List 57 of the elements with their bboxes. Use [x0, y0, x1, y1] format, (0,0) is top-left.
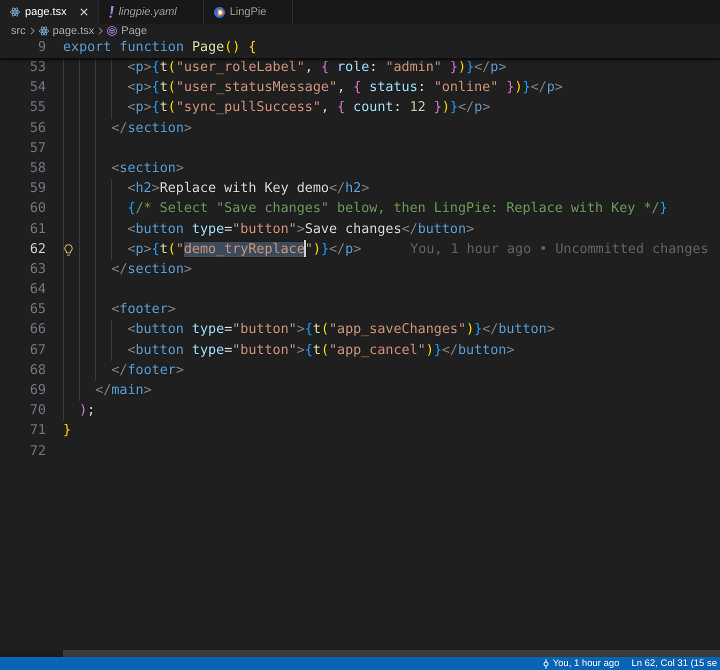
line-number: 62	[30, 242, 46, 257]
line-number: 70	[30, 403, 46, 418]
line-number: 72	[30, 444, 46, 459]
cube-icon	[107, 26, 118, 36]
line-number: 60	[30, 201, 46, 216]
code-line: export function Page() {	[63, 39, 256, 57]
breadcrumb-item[interactable]: Page	[107, 24, 147, 38]
line-number: 64	[30, 282, 46, 298]
breadcrumb-item[interactable]: src	[11, 24, 26, 38]
exclamation-icon	[108, 6, 114, 18]
code-line: <section>	[111, 160, 184, 178]
code-line: <p>{t("user_statusMessage", { status: "online" })}</p>	[127, 79, 563, 98]
close-icon[interactable]	[80, 8, 88, 16]
line-number: 59	[30, 181, 46, 196]
code-line: <button type="button">{t("app_saveChanges")}</button>	[127, 321, 555, 340]
code-line: <h2>Replace with Key demo</h2>	[127, 180, 370, 198]
code-line: <p>{t("sync_pullSuccess", { count: 12 })}</p>	[127, 99, 490, 118]
status-bar-item[interactable]: Ln 62, Col 31 (15 se	[629, 657, 719, 670]
code-line: }	[63, 422, 72, 440]
line-number: 66	[30, 322, 46, 338]
line-number: 65	[30, 302, 46, 318]
commit-icon	[542, 658, 549, 668]
line-number: 56	[30, 120, 46, 136]
code-line: <p>{t("demo_tryReplace")}</p>	[127, 240, 362, 259]
breadcrumb-item[interactable]: page.tsx	[38, 24, 94, 38]
line-number: 68	[30, 362, 46, 378]
line-number: 67	[30, 342, 46, 358]
code-line: </footer>	[111, 362, 184, 380]
code-line: <button type="button">Save changes</button>	[127, 220, 474, 238]
chevron-icon	[98, 27, 104, 35]
line-number: 57	[30, 140, 46, 156]
line-number: 9	[38, 40, 46, 55]
code-line: <p>{t("user_roleLabel", { role: "admin" })}</p>	[127, 59, 506, 77]
line-number: 63	[30, 262, 46, 277]
code-line: </main>	[95, 382, 152, 400]
code-line: );	[79, 402, 96, 420]
blame-annotation: You, 1 hour ago • Uncommitted changes	[410, 240, 709, 259]
code-line: </section>	[111, 260, 192, 279]
atom-icon	[10, 7, 20, 17]
code-line: </section>	[111, 120, 192, 138]
lightbulb-icon[interactable]	[64, 244, 73, 256]
line-number: 71	[30, 423, 46, 438]
code-line: <button type="button">{t("app_cancel")}</button>	[127, 342, 514, 360]
chevron-icon	[30, 27, 35, 35]
logo-icon	[214, 6, 225, 18]
code-line: <footer>	[111, 301, 176, 320]
line-number: 53	[30, 60, 46, 75]
editor-tab[interactable]: page.tsx	[0, 0, 99, 24]
status-bar-item[interactable]: You, 1 hour ago	[540, 657, 622, 670]
scrollbar-thumb[interactable]	[63, 650, 720, 657]
line-number: 54	[30, 80, 46, 96]
line-number: 55	[30, 100, 46, 116]
line-number: 58	[30, 160, 46, 176]
line-number: 61	[30, 222, 46, 236]
line-number: 69	[30, 383, 46, 398]
atom-icon	[38, 26, 49, 36]
code-line: {/* Select "Save changes" below, then LingPie: Replace with Key */}	[127, 200, 668, 218]
